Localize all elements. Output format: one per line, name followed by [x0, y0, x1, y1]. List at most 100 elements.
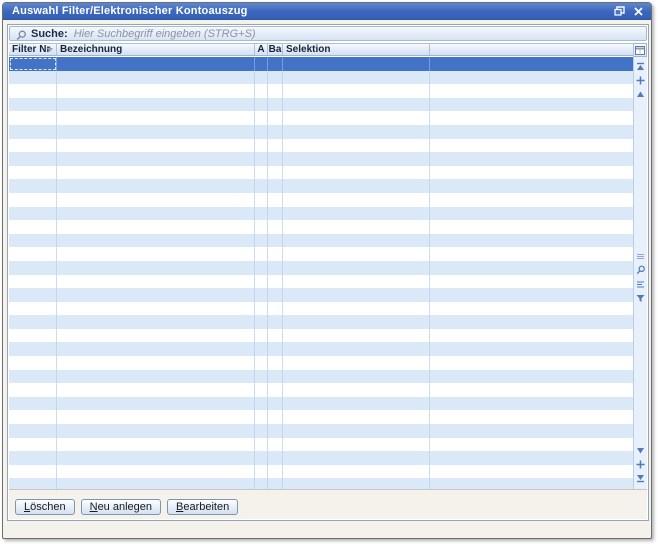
- grid-row[interactable]: [9, 152, 635, 166]
- grid-cell[interactable]: [283, 220, 430, 234]
- grid-cell[interactable]: [283, 302, 430, 316]
- grid-cell[interactable]: [430, 288, 635, 302]
- scroll-page-down-icon[interactable]: [635, 458, 647, 470]
- grid-cell[interactable]: [9, 478, 57, 489]
- grid-row[interactable]: [9, 438, 635, 452]
- search-rows-icon[interactable]: [635, 264, 647, 276]
- grid-scroll-strip[interactable]: [633, 57, 647, 489]
- grid-cell[interactable]: [268, 152, 283, 166]
- grid-cell[interactable]: [9, 98, 57, 112]
- grid-cell[interactable]: [268, 71, 283, 85]
- grid-cell[interactable]: [430, 111, 635, 125]
- grid-cell[interactable]: [255, 125, 268, 139]
- grid-cell[interactable]: [9, 179, 57, 193]
- grid-row[interactable]: [9, 84, 635, 98]
- grid-cell[interactable]: [283, 438, 430, 452]
- grid-row[interactable]: [9, 275, 635, 289]
- grid-cell[interactable]: [283, 451, 430, 465]
- grid-cell[interactable]: [9, 342, 57, 356]
- restore-window-icon[interactable]: [613, 5, 626, 17]
- grid-cell[interactable]: [9, 275, 57, 289]
- grid-cell[interactable]: [283, 261, 430, 275]
- grid-cell[interactable]: [283, 329, 430, 343]
- grid-cell[interactable]: [430, 370, 635, 384]
- grid-cell[interactable]: [255, 261, 268, 275]
- grid-cell[interactable]: [9, 315, 57, 329]
- grid-cell[interactable]: [430, 220, 635, 234]
- grid-cell[interactable]: [430, 383, 635, 397]
- column-header-empty[interactable]: [430, 44, 635, 55]
- grid-cell[interactable]: [9, 207, 57, 221]
- grid-cell[interactable]: [255, 397, 268, 411]
- search-input[interactable]: [74, 28, 642, 40]
- grid-cell[interactable]: [268, 193, 283, 207]
- grid-cell[interactable]: [430, 152, 635, 166]
- grid-cell[interactable]: [255, 166, 268, 180]
- scroll-thumb-grip-icon[interactable]: [635, 250, 647, 262]
- grid-cell[interactable]: [268, 111, 283, 125]
- grid-cell[interactable]: [9, 166, 57, 180]
- grid-cell[interactable]: [268, 98, 283, 112]
- grid-cell[interactable]: [255, 438, 268, 452]
- column-header-bezeichnung[interactable]: Bezeichnung: [57, 44, 255, 55]
- grid-cell[interactable]: [57, 465, 255, 479]
- grid-row[interactable]: [9, 261, 635, 275]
- grid-cell[interactable]: [9, 71, 57, 85]
- grid-cell[interactable]: [57, 193, 255, 207]
- grid-cell[interactable]: [430, 57, 635, 71]
- grid-cell[interactable]: [430, 247, 635, 261]
- grid-cell[interactable]: [255, 84, 268, 98]
- grid-row[interactable]: [9, 302, 635, 316]
- grid-cell[interactable]: [9, 84, 57, 98]
- delete-button[interactable]: Löschen: [15, 499, 75, 515]
- grid-cell[interactable]: [9, 139, 57, 153]
- grid-cell[interactable]: [57, 356, 255, 370]
- grid-cell[interactable]: [268, 166, 283, 180]
- grid-cell[interactable]: [430, 478, 635, 489]
- grid-cell[interactable]: [9, 247, 57, 261]
- grid-cell[interactable]: [268, 370, 283, 384]
- grid-cell[interactable]: [9, 410, 57, 424]
- grid-cell[interactable]: [57, 329, 255, 343]
- grid-row[interactable]: [9, 329, 635, 343]
- grid-cell[interactable]: [283, 370, 430, 384]
- grid-cell[interactable]: [268, 410, 283, 424]
- grid-cell[interactable]: [255, 247, 268, 261]
- grid-cell[interactable]: [283, 57, 430, 71]
- grid-cell[interactable]: [283, 383, 430, 397]
- grid-row[interactable]: [9, 179, 635, 193]
- grid-cell[interactable]: [255, 302, 268, 316]
- grid-row[interactable]: [9, 342, 635, 356]
- grid-cell[interactable]: [283, 152, 430, 166]
- grid-cell[interactable]: [283, 247, 430, 261]
- grid-cell[interactable]: [255, 356, 268, 370]
- grid-cell[interactable]: [268, 179, 283, 193]
- grid-cell[interactable]: [57, 261, 255, 275]
- grid-cell[interactable]: [268, 397, 283, 411]
- grid-cell[interactable]: [283, 179, 430, 193]
- grid-cell[interactable]: [268, 424, 283, 438]
- column-header-selektion[interactable]: Selektion: [283, 44, 430, 55]
- grid-cell[interactable]: [283, 207, 430, 221]
- grid-row[interactable]: [9, 166, 635, 180]
- grid-cell[interactable]: [283, 111, 430, 125]
- grid-cell[interactable]: [430, 139, 635, 153]
- grid-cell[interactable]: [430, 84, 635, 98]
- grid-row[interactable]: [9, 383, 635, 397]
- grid-cell[interactable]: [255, 179, 268, 193]
- filter-icon[interactable]: [635, 292, 647, 304]
- scroll-down-icon[interactable]: [635, 444, 647, 456]
- grid-cell[interactable]: [430, 329, 635, 343]
- row-list-icon[interactable]: [635, 278, 647, 290]
- grid-cell[interactable]: [9, 261, 57, 275]
- grid-cell[interactable]: [268, 356, 283, 370]
- grid-cell[interactable]: [255, 478, 268, 489]
- grid-cell[interactable]: [57, 383, 255, 397]
- grid-cell[interactable]: [57, 98, 255, 112]
- grid-row-selected[interactable]: [9, 57, 635, 71]
- grid-cell[interactable]: [430, 179, 635, 193]
- edit-button[interactable]: Bearbeiten: [167, 499, 238, 515]
- grid-cell[interactable]: [57, 166, 255, 180]
- grid-cell[interactable]: [57, 179, 255, 193]
- grid-cell[interactable]: [9, 111, 57, 125]
